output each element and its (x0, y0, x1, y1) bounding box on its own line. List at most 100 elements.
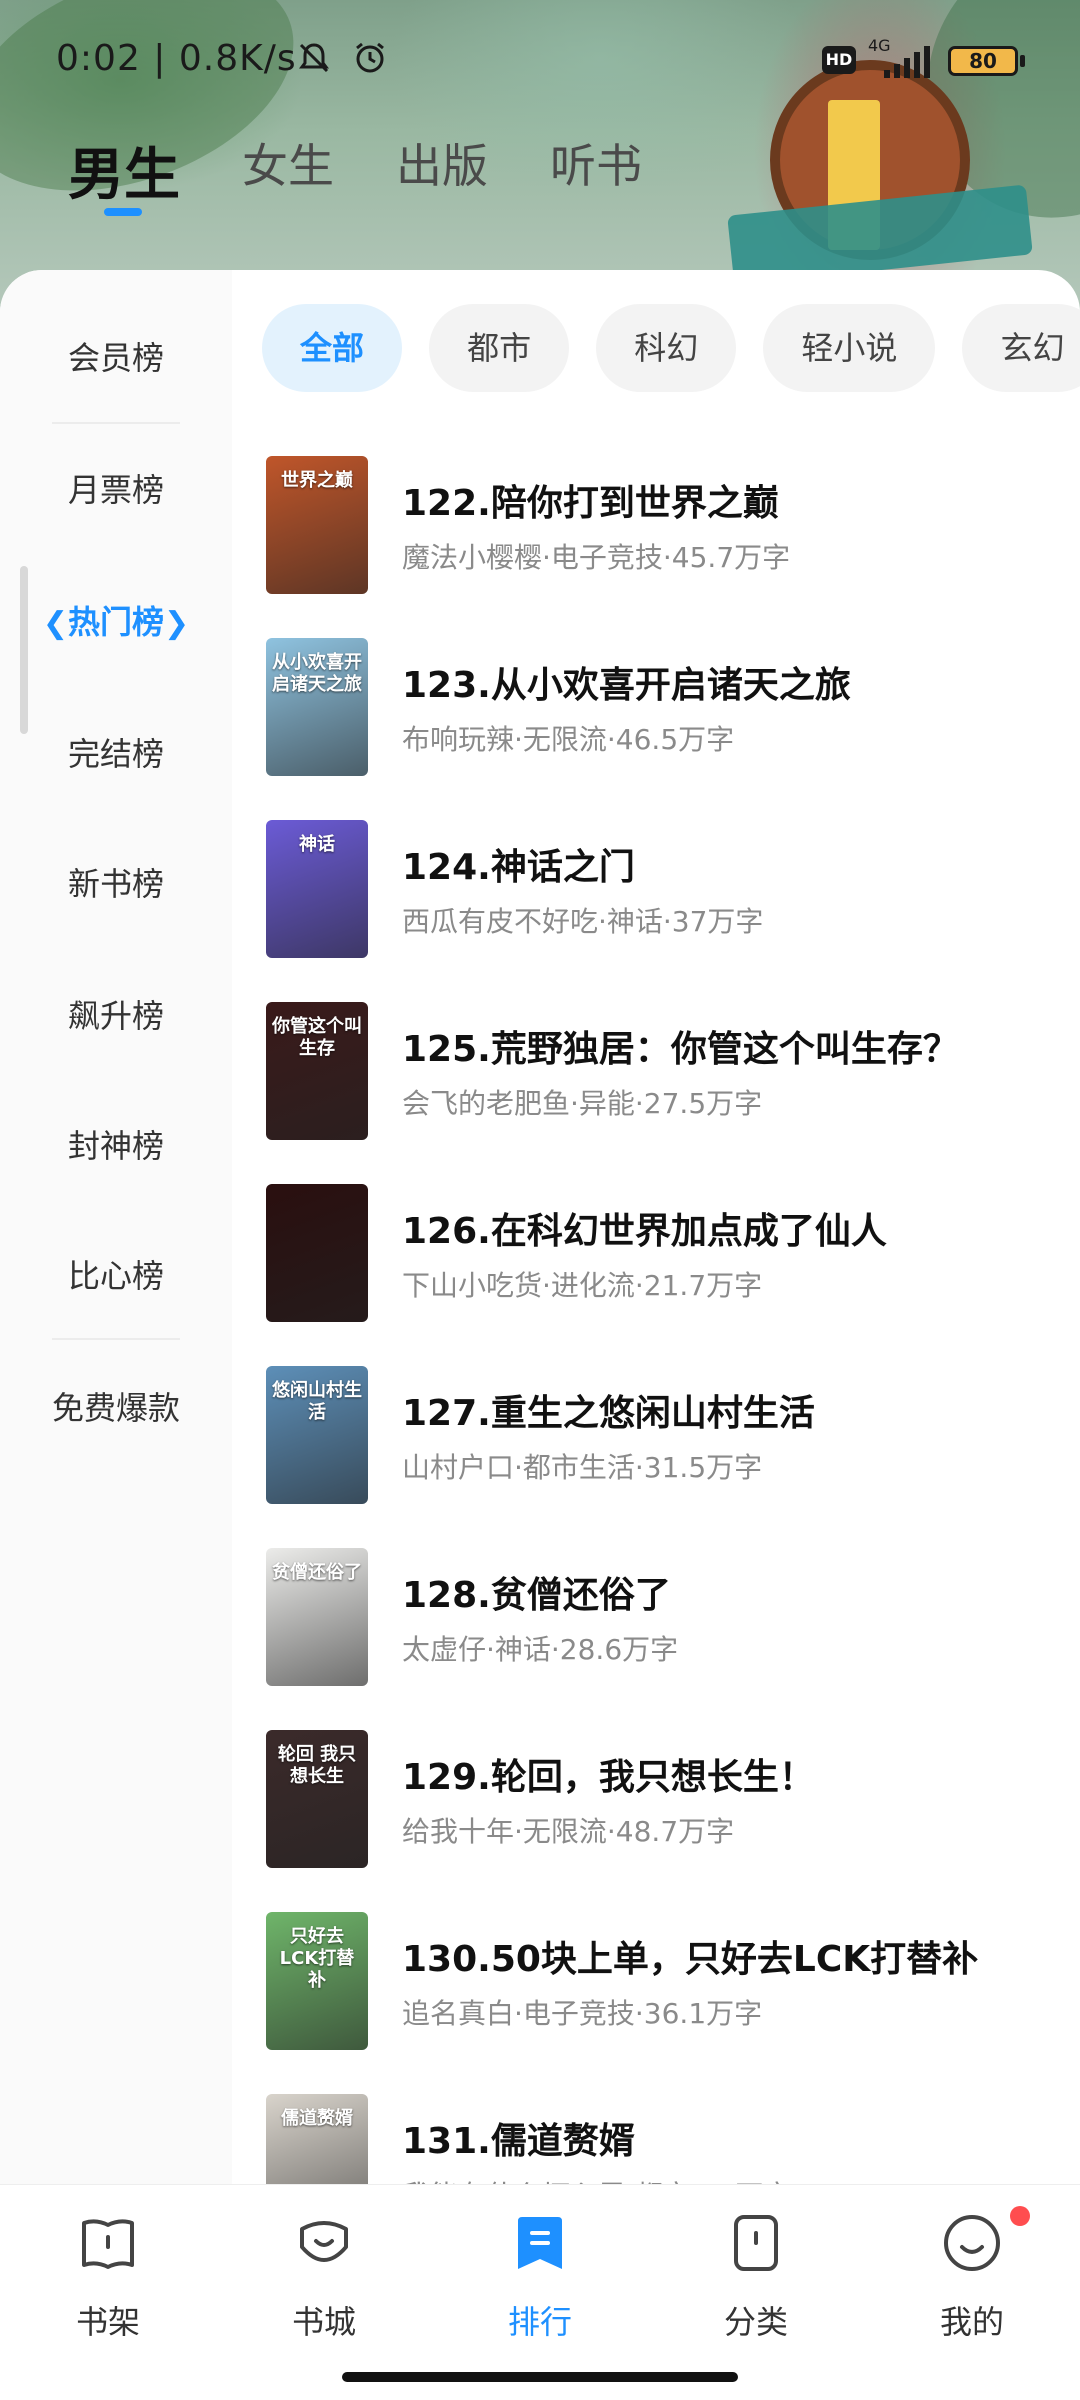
book-cover[interactable]: 轮回 我只想长生 (266, 1730, 368, 1868)
book-row[interactable]: 126.在科幻世界加点成了仙人下山小吃货·进化流·21.7万字 (262, 1184, 1062, 1366)
hd-badge: HD (822, 46, 856, 74)
tab-label: 女生 (242, 139, 334, 193)
book-cover[interactable]: 贫僧还俗了 (266, 1548, 368, 1686)
sidebar-item-free-hits[interactable]: 免费爆款 (0, 1368, 232, 1448)
home-indicator[interactable] (342, 2372, 738, 2382)
book-row[interactable]: 轮回 我只想长生 129.轮回，我只想长生！ 给我十年·无限流·48.7万字 (262, 1730, 1062, 1912)
book-cover-title: 轮回 我只想长生 (277, 1744, 357, 1787)
book-meta: 布响玩辣·无限流·46.5万字 (402, 723, 735, 756)
book-cover-title: 悠闲山村生活 (272, 1380, 362, 1423)
status-bar: 0:02 | 0.8K/s HD 4G 80 (0, 0, 1080, 120)
book-title[interactable]: 128.贫僧还俗了 (402, 1566, 1062, 1618)
book-meta: 会飞的老肥鱼·异能·27.5万字 (402, 1087, 763, 1120)
book-title[interactable]: 129.轮回，我只想长生！ (402, 1748, 1062, 1800)
book-title[interactable]: 125.荒野独居：你管这个叫生存？ (402, 1020, 1062, 1072)
sidebar-item-label: 热门榜 (67, 603, 164, 641)
book-title[interactable]: 123.从小欢喜开启诸天之旅 (402, 656, 1062, 708)
notification-dot (1010, 2206, 1030, 2226)
nav-bookshelf[interactable]: 书架 (28, 2211, 188, 2361)
book-row[interactable]: 贫僧还俗了 128.贫僧还俗了太虚仔·神话·28.6万字 (262, 1548, 1062, 1730)
battery-icon: 80 (948, 46, 1018, 76)
tab-label: 出版 (396, 139, 488, 193)
book-cover-title: 儒道赘婿 (281, 2108, 353, 2129)
nav-ranking[interactable]: 排行 (460, 2211, 620, 2361)
book-cover[interactable]: 只好去LCK打替补 (266, 1912, 368, 2050)
tab-female[interactable]: 女生 (242, 130, 334, 220)
bottom-nav: 书架 书城 排行 分类 我的 (0, 2184, 1080, 2400)
book-meta: 给我十年·无限流·48.7万字 (402, 1815, 735, 1848)
sidebar-item-completed[interactable]: 完结榜 (0, 714, 232, 794)
book-cover[interactable]: 悠闲山村生活 (266, 1366, 368, 1504)
bookshelf-icon (82, 2219, 134, 2269)
mute-bell-icon (299, 43, 329, 73)
nav-bookstore[interactable]: 书城 (244, 2211, 404, 2361)
chip-light-novel[interactable]: 轻小说 (763, 304, 936, 392)
book-meta: 西瓜有皮不好吃·神话·37万字 (402, 905, 764, 938)
tab-label: 听书 (550, 139, 642, 193)
book-title[interactable]: 131.儒道赘婿 (402, 2112, 1062, 2164)
book-row[interactable]: 世界之巅 122.陪你打到世界之巅魔法小樱樱·电子竞技·45.7万字 (262, 456, 1062, 638)
ranking-icon (518, 2217, 562, 2269)
category-icon (734, 2215, 778, 2271)
ranking-sidebar: 会员榜 月票榜 ❮热门榜❯ 完结榜 新书榜 飙升榜 封神榜 比心榜 免费爆款 (0, 270, 232, 2190)
book-cover-title: 世界之巅 (281, 470, 353, 491)
divider (52, 422, 180, 424)
nav-label: 书架 (75, 2303, 140, 2341)
sidebar-item-hot[interactable]: ❮热门榜❯ (0, 582, 232, 662)
book-row[interactable]: 神话 124.神话之门西瓜有皮不好吃·神话·37万字 (262, 820, 1062, 1002)
signal-icon (884, 46, 930, 78)
book-meta: 魔法小樱樱·电子竞技·45.7万字 (402, 541, 791, 574)
sidebar-item-rising[interactable]: 飙升榜 (0, 976, 232, 1056)
tab-publishing[interactable]: 出版 (396, 130, 488, 220)
tab-male[interactable]: 男生 (68, 130, 180, 220)
book-row[interactable]: 儒道赘婿131.儒道赘婿我能有什么坏心思·都市·50万字 (262, 2094, 1062, 2190)
bookstore-icon (300, 2221, 348, 2262)
sidebar-item-monthly-ticket[interactable]: 月票榜 (0, 450, 232, 530)
book-row[interactable]: 你管这个叫生存 125.荒野独居：你管这个叫生存？ 会飞的老肥鱼·异能·27.5万字 (262, 1002, 1062, 1184)
book-row[interactable]: 只好去LCK打替补 130.50块上单，只好去LCK打替补追名真白·电子竞技·36… (262, 1912, 1062, 2094)
book-cover-title: 只好去LCK打替补 (279, 1926, 355, 1991)
chip-all[interactable]: 全部 (262, 304, 403, 392)
chip-fantasy[interactable]: 玄幻 (962, 304, 1080, 392)
book-cover[interactable] (266, 1184, 368, 1322)
book-title[interactable]: 124.神话之门 (402, 838, 1062, 890)
tab-label: 男生 (68, 143, 180, 208)
book-title[interactable]: 130.50块上单，只好去LCK打替补 (402, 1930, 1062, 1982)
status-time: 0:02 | 0.8K/s (56, 38, 297, 79)
battery-tip (1020, 55, 1025, 67)
nav-label: 分类 (723, 2303, 788, 2341)
book-title[interactable]: 126.在科幻世界加点成了仙人 (402, 1202, 1062, 1254)
laurel-right-icon: ❯ (164, 606, 190, 641)
sidebar-item-new[interactable]: 新书榜 (0, 844, 232, 924)
nav-category[interactable]: 分类 (676, 2211, 836, 2361)
top-tabs: 男生 女生 出版 听书 (68, 130, 704, 220)
book-list: 世界之巅 122.陪你打到世界之巅魔法小樱樱·电子竞技·45.7万字从小欢喜开启诸… (262, 456, 1062, 2190)
book-cover-title: 贫僧还俗了 (272, 1562, 362, 1583)
book-cover-title: 从小欢喜开启诸天之旅 (272, 652, 362, 695)
chip-scifi[interactable]: 科幻 (596, 304, 737, 392)
book-cover[interactable]: 你管这个叫生存 (266, 1002, 368, 1140)
book-title[interactable]: 127.重生之悠闲山村生活 (402, 1384, 1062, 1436)
chip-urban[interactable]: 都市 (429, 304, 570, 392)
book-meta: 下山小吃货·进化流·21.7万字 (402, 1269, 763, 1302)
profile-icon (944, 2215, 1000, 2271)
book-cover[interactable]: 世界之巅 (266, 456, 368, 594)
genre-filter: 全部 都市 科幻 轻小说 玄幻 (262, 304, 1080, 392)
book-row[interactable]: 从小欢喜开启诸天之旅 123.从小欢喜开启诸天之旅布响玩辣·无限流·46.5万字 (262, 638, 1062, 820)
book-title[interactable]: 122.陪你打到世界之巅 (402, 474, 1062, 526)
book-cover[interactable]: 儒道赘婿 (266, 2094, 368, 2190)
nav-label: 排行 (507, 2303, 572, 2341)
book-meta: 追名真白·电子竞技·36.1万字 (402, 1997, 763, 2030)
sidebar-item-member[interactable]: 会员榜 (0, 318, 232, 398)
book-meta: 太虚仔·神话·28.6万字 (402, 1633, 679, 1666)
book-cover[interactable]: 从小欢喜开启诸天之旅 (266, 638, 368, 776)
divider (52, 1338, 180, 1340)
nav-profile[interactable]: 我的 (892, 2211, 1052, 2361)
book-row[interactable]: 悠闲山村生活 127.重生之悠闲山村生活 山村户口·都市生活·31.5万字 (262, 1366, 1062, 1548)
sidebar-item-heart[interactable]: 比心榜 (0, 1236, 232, 1316)
laurel-left-icon: ❮ (42, 606, 68, 641)
ranking-sheet: 会员榜 月票榜 ❮热门榜❯ 完结榜 新书榜 飙升榜 封神榜 比心榜 免费爆款 全… (0, 270, 1080, 2190)
sidebar-item-legend[interactable]: 封神榜 (0, 1106, 232, 1186)
tab-audiobook[interactable]: 听书 (550, 130, 642, 220)
book-cover[interactable]: 神话 (266, 820, 368, 958)
